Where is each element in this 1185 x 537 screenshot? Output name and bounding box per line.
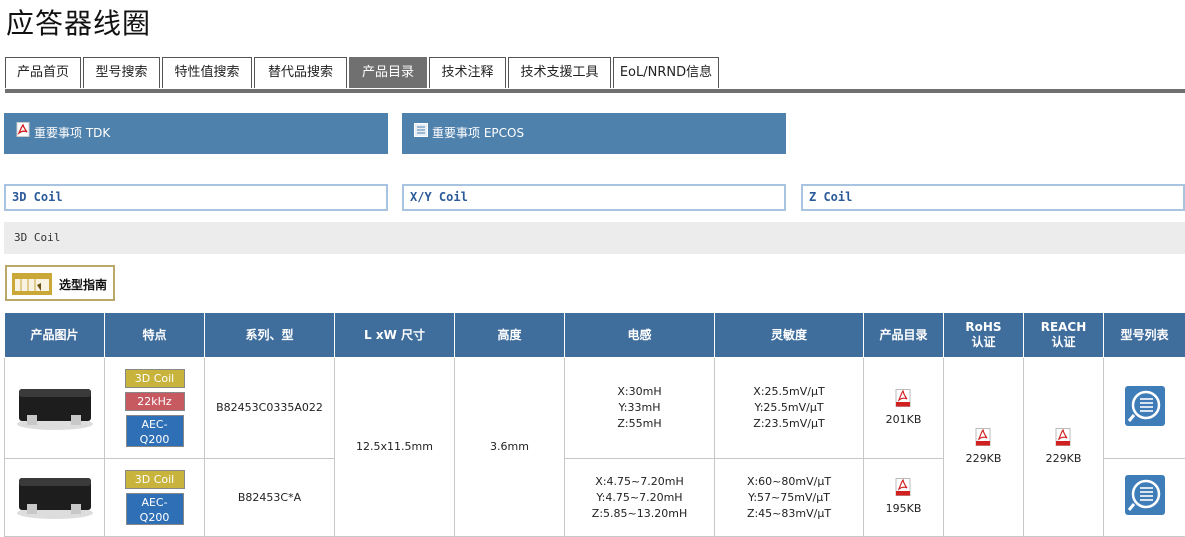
pdf-icon (894, 389, 912, 407)
section-title: 3D Coil (4, 222, 1185, 254)
header-series: 系列、型 (205, 313, 335, 358)
rohs-cell: 229KB (944, 358, 1024, 537)
header-part-list: 型号列表 (1104, 313, 1185, 358)
height-cell: 3.6mm (455, 358, 565, 537)
header-rohs: RoHS 认证 (944, 313, 1024, 358)
sensitivity-cell: X:25.5mV/μT Y:25.5mV/μT Z:23.5mV/μT (715, 358, 864, 459)
feature-badge-3d-coil: 3D Coil (125, 369, 185, 388)
reach-size: 229KB (1046, 451, 1082, 467)
pdf-icon (1054, 428, 1072, 446)
page-title: 应答器线圈 (6, 2, 151, 42)
header-image: 产品图片 (5, 313, 105, 358)
inductance-cell: X:30mH Y:33mH Z:55mH (565, 358, 715, 459)
part-list-cell (1104, 358, 1185, 459)
link-3d-coil[interactable]: 3D Coil (4, 184, 388, 211)
rohs-pdf-link[interactable]: 229KB (966, 428, 1002, 467)
notice-tdk-label: 重要事项 TDK (34, 126, 110, 140)
catalog-size: 195KB (886, 501, 922, 517)
document-icon (414, 113, 428, 154)
feature-badge-aec-q200: AEC- Q200 (126, 415, 184, 447)
table-header-row: 产品图片 特点 系列、型 L xW 尺寸 高度 电感 灵敏度 产品目录 RoHS… (5, 313, 1185, 358)
part-list-icon[interactable] (1125, 475, 1165, 515)
tab-tech-notes[interactable]: 技术注释 (429, 57, 506, 88)
feature-badge-3d-coil: 3D Coil (125, 470, 185, 489)
product-image-cell (5, 459, 105, 537)
tab-eol-nrnd[interactable]: EoL/NRND信息 (613, 57, 719, 88)
header-reach: REACH 认证 (1024, 313, 1104, 358)
notice-epcos-label: 重要事项 EPCOS (432, 126, 524, 140)
header-catalog: 产品目录 (864, 313, 944, 358)
selection-guide-button[interactable]: 选型指南 (5, 265, 115, 301)
nav-tabs: 产品首页 型号搜索 特性值搜索 替代品搜索 产品目录 技术注释 技术支援工具 E… (5, 57, 1185, 93)
part-list-cell (1104, 459, 1185, 537)
notice-epcos-button[interactable]: 重要事项 EPCOS (402, 113, 786, 154)
sensitivity-cell: X:60~80mV/μT Y:57~75mV/μT Z:45~83mV/μT (715, 459, 864, 537)
product-table: 产品图片 特点 系列、型 L xW 尺寸 高度 电感 灵敏度 产品目录 RoHS… (4, 312, 1185, 537)
feature-badge-aec-q200: AEC- Q200 (126, 493, 184, 525)
tab-product-catalog[interactable]: 产品目录 (349, 57, 427, 88)
table-row: 3D Coil 22kHz AEC- Q200 B82453C0335A022 … (5, 358, 1185, 459)
catalog-cell: 201KB (864, 358, 944, 459)
link-z-coil[interactable]: Z Coil (801, 184, 1185, 211)
reach-cell: 229KB (1024, 358, 1104, 537)
tab-part-search[interactable]: 型号搜索 (83, 57, 160, 88)
notice-tdk-button[interactable]: 重要事项 TDK (4, 113, 388, 154)
pdf-icon (16, 113, 30, 154)
link-xy-coil[interactable]: X/Y Coil (402, 184, 786, 211)
rohs-size: 229KB (966, 451, 1002, 467)
series-cell: B82453C*A (205, 459, 335, 537)
tab-product-home[interactable]: 产品首页 (5, 57, 81, 88)
size-cell: 12.5x11.5mm (335, 358, 455, 537)
product-image[interactable] (13, 379, 97, 433)
selection-guide-label: 选型指南 (59, 276, 107, 293)
pdf-icon (894, 478, 912, 496)
catalog-pdf-link[interactable]: 201KB (886, 389, 922, 428)
features-cell: 3D Coil AEC- Q200 (105, 459, 205, 537)
pdf-icon (974, 428, 992, 446)
header-inductance: 电感 (565, 313, 715, 358)
tab-tech-support-tools[interactable]: 技术支援工具 (508, 57, 611, 88)
product-image[interactable] (13, 468, 97, 522)
reach-pdf-link[interactable]: 229KB (1046, 428, 1082, 467)
catalog-pdf-link[interactable]: 195KB (886, 478, 922, 517)
catalog-size: 201KB (886, 412, 922, 428)
tab-characteristic-search[interactable]: 特性值搜索 (162, 57, 252, 88)
features-cell: 3D Coil 22kHz AEC- Q200 (105, 358, 205, 459)
guide-icon (12, 273, 52, 299)
tab-alternative-search[interactable]: 替代品搜索 (254, 57, 347, 88)
header-sensitivity: 灵敏度 (715, 313, 864, 358)
header-features: 特点 (105, 313, 205, 358)
product-image-cell (5, 358, 105, 459)
catalog-cell: 195KB (864, 459, 944, 537)
feature-badge-22khz: 22kHz (125, 392, 185, 411)
inductance-cell: X:4.75~7.20mH Y:4.75~7.20mH Z:5.85~13.20… (565, 459, 715, 537)
header-size: L xW 尺寸 (335, 313, 455, 358)
header-height: 高度 (455, 313, 565, 358)
series-cell: B82453C0335A022 (205, 358, 335, 459)
part-list-icon[interactable] (1125, 386, 1165, 426)
